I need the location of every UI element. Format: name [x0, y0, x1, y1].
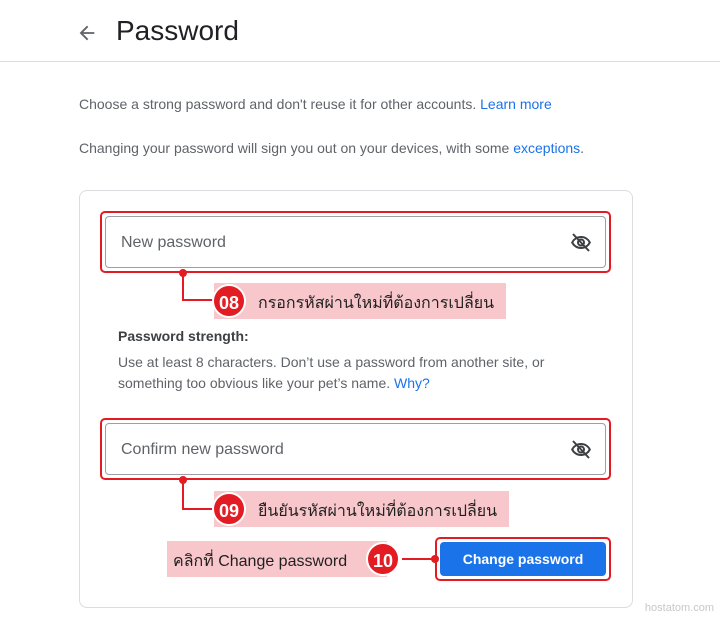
intro-text-1: Choose a strong password and don't reuse…: [79, 96, 552, 112]
annotation-09-badge: 09: [212, 492, 246, 526]
annotation-08-text: กรอกรหัสผ่านใหม่ที่ต้องการเปลี่ยน: [258, 295, 495, 312]
annotation-08-callout: กรอกรหัสผ่านใหม่ที่ต้องการเปลี่ยน: [214, 283, 506, 319]
annotation-10-text: คลิกที่ Change password: [173, 553, 348, 570]
strength-text: Use at least 8 characters. Don’t use a p…: [118, 352, 578, 394]
intro-text-2: Changing your password will sign you out…: [79, 140, 584, 156]
annotation-08-badge: 08: [212, 284, 246, 318]
strength-description: Use at least 8 characters. Don’t use a p…: [118, 354, 545, 391]
exceptions-link[interactable]: exceptions: [513, 140, 580, 156]
confirm-password-field[interactable]: Confirm new password: [105, 423, 606, 475]
back-arrow-icon[interactable]: [76, 22, 98, 44]
header: Password: [0, 0, 720, 62]
confirm-password-highlight: Confirm new password: [100, 418, 611, 480]
visibility-off-icon[interactable]: [569, 231, 593, 255]
visibility-off-icon[interactable]: [569, 438, 593, 462]
annotation-10-badge: 10: [366, 542, 400, 576]
intro-line-2: Changing your password will sign you out…: [79, 140, 510, 156]
intro-line-1: Choose a strong password and don't reuse…: [79, 96, 477, 112]
watermark: hostatom.com: [644, 602, 714, 614]
page-title: Password: [116, 15, 239, 46]
new-password-placeholder: New password: [121, 234, 226, 251]
intro-line-2-end: .: [580, 140, 585, 156]
annotation-09-text: ยืนยันรหัสผ่านใหม่ที่ต้องการเปลี่ยน: [258, 503, 498, 520]
new-password-field[interactable]: New password: [105, 216, 606, 268]
annotation-09-callout: ยืนยันรหัสผ่านใหม่ที่ต้องการเปลี่ยน: [214, 491, 509, 527]
confirm-password-placeholder: Confirm new password: [121, 441, 284, 458]
change-password-highlight: Change password: [435, 537, 611, 581]
new-password-highlight: New password: [100, 211, 611, 273]
why-link[interactable]: Why?: [394, 375, 430, 391]
annotation-10-callout: คลิกที่ Change password: [167, 541, 387, 577]
change-password-button[interactable]: Change password: [440, 542, 606, 576]
learn-more-link[interactable]: Learn more: [480, 96, 552, 112]
strength-title: Password strength:: [118, 328, 249, 344]
annotation-10-connector: [402, 558, 432, 560]
